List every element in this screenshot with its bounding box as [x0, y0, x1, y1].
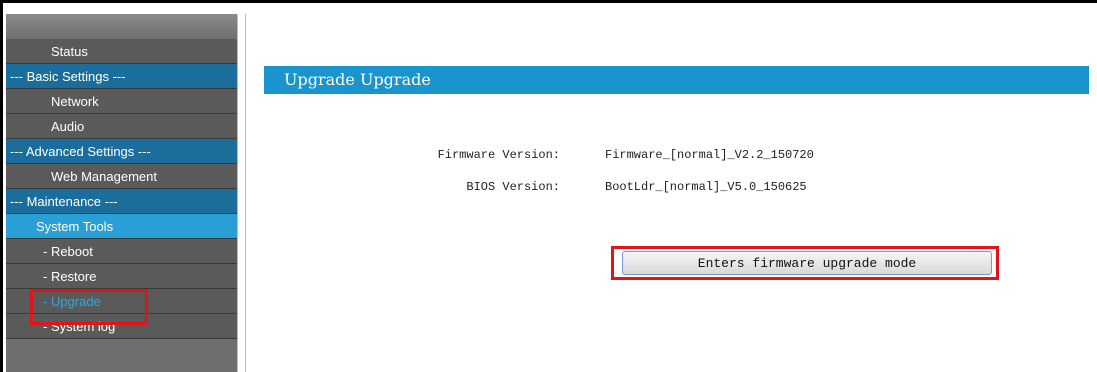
enter-upgrade-mode-button[interactable]: Enters firmware upgrade mode [622, 251, 992, 275]
bios-version-value: BootLdr_[normal]_V5.0_150625 [605, 180, 807, 194]
sidebar-item-upgrade[interactable]: - Upgrade [6, 289, 237, 314]
sidebar-item-restore[interactable]: - Restore [6, 264, 237, 289]
firmware-version-value: Firmware_[normal]_V2.2_150720 [605, 148, 814, 162]
sidebar-item-system-tools[interactable]: System Tools [6, 214, 237, 239]
sidebar-nav: Status --- Basic Settings --- Network Au… [6, 39, 237, 339]
sidebar-header-strip [6, 14, 237, 39]
sidebar-item-status[interactable]: Status [6, 39, 237, 64]
sidebar-item-network[interactable]: Network [6, 89, 237, 114]
sidebar-section-maintenance: --- Maintenance --- [6, 189, 237, 214]
sidebar-item-reboot[interactable]: - Reboot [6, 239, 237, 264]
page-title: Upgrade Upgrade [264, 66, 1089, 94]
frame-divider [237, 14, 246, 372]
firmware-version-label: Firmware Version: [437, 148, 560, 162]
sidebar-section-basic-settings: --- Basic Settings --- [6, 64, 237, 89]
bios-version-label: BIOS Version: [466, 180, 560, 194]
sidebar-section-advanced-settings: --- Advanced Settings --- [6, 139, 237, 164]
sidebar-item-audio[interactable]: Audio [6, 114, 237, 139]
sidebar-item-system-log[interactable]: - System log [6, 314, 237, 339]
sidebar-item-web-management[interactable]: Web Management [6, 164, 237, 189]
